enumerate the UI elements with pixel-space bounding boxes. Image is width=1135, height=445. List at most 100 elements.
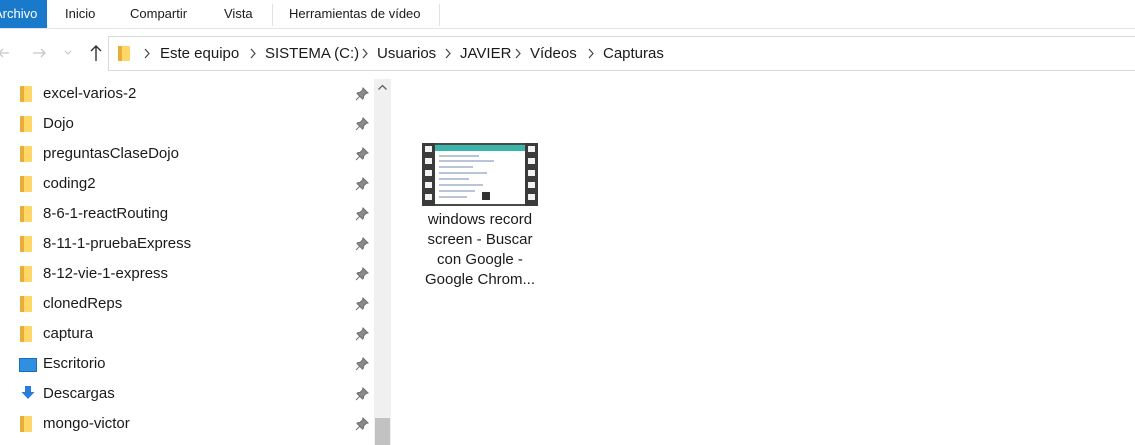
film-hole [528,170,535,176]
sidebar-item-excel-varios-2[interactable]: excel-varios-2 [0,79,373,109]
sidebar-item-label: captura [43,325,94,342]
thumbnail-text-line [439,178,469,180]
breadcrumb-usuarios[interactable]: Usuarios [377,37,436,70]
sidebar-item-label: mongo-victor [43,415,130,432]
thumbnail-text-line [439,166,473,168]
film-hole [528,146,535,152]
sidebar-item-label: Descargas [43,385,115,402]
breadcrumb-videos[interactable]: Vídeos [530,37,577,70]
pin-icon[interactable] [355,117,369,131]
sidebar-item-label: 8-6-1-reactRouting [43,205,169,222]
sidebar-item-mongo-victor[interactable]: mongo-victor [0,409,373,439]
tab-divider [439,4,440,26]
sidebar-item-label: clonedReps [43,295,123,312]
film-hole [425,158,432,164]
chevron-right-icon[interactable] [249,37,257,70]
thumbnail-text-line [439,190,475,192]
film-hole [425,170,432,176]
tab-archivo[interactable]: Archivo [0,0,47,28]
breadcrumb-javier[interactable]: JAVIER [460,37,511,70]
forward-arrow-icon[interactable] [30,36,50,70]
ribbon-tab-bar: Archivo Inicio Compartir Vista Herramien… [0,0,1135,29]
sidebar-item-8-6-1-reactrouting[interactable]: 8-6-1-reactRouting [0,199,373,229]
chevron-right-icon[interactable] [361,37,369,70]
sidebar-item-dojo[interactable]: Dojo [0,109,373,139]
thumbnail-text-line [439,160,494,162]
folder-icon [20,266,32,282]
tab-compartir[interactable]: Compartir [130,0,187,28]
pin-icon[interactable] [355,297,369,311]
up-arrow-icon[interactable] [86,36,106,70]
file-name-label: windows record screen - Buscar con Googl… [424,211,536,288]
film-hole [425,194,432,200]
tab-divider [272,4,273,26]
breadcrumb-este-equipo[interactable]: Este equipo [160,37,239,70]
thumbnail-text-line [439,184,483,186]
sidebar-item-escritorio[interactable]: Escritorio [0,349,373,379]
sidebar-item-coding2[interactable]: coding2 [0,169,373,199]
sidebar-item-label: 8-12-vie-1-express [43,265,169,282]
downloads-icon [21,386,35,399]
pin-icon[interactable] [355,207,369,221]
folder-icon [20,86,32,102]
video-file-icon [422,143,538,206]
sidebar-item-label: Dojo [43,115,74,132]
thumbnail-header-bar [435,145,525,151]
thumbnail-text-line [439,155,479,157]
tab-herramientas-de-video[interactable]: Herramientas de vídeo [289,0,421,28]
pin-icon[interactable] [355,327,369,341]
folder-icon [20,206,32,222]
sidebar-item-label: excel-varios-2 [43,85,137,102]
chevron-right-icon[interactable] [514,37,522,70]
pin-icon[interactable] [355,87,369,101]
thumbnail-text-line [439,172,487,174]
folder-icon [20,116,32,132]
desktop-icon [19,358,37,372]
pin-icon[interactable] [355,357,369,371]
navigation-bar: Este equipo SISTEMA (C:) Usuarios JAVIER… [0,36,1135,71]
sidebar-item-clonedreps[interactable]: clonedReps [0,289,373,319]
pin-icon[interactable] [355,237,369,251]
video-thumbnail-preview [435,145,525,204]
pin-icon[interactable] [355,417,369,431]
folder-icon [20,326,32,342]
film-hole [528,194,535,200]
film-hole [425,182,432,188]
sidebar-item-label: preguntasClaseDojo [43,145,179,162]
sidebar-item-8-12-vie-1-express[interactable]: 8-12-vie-1-express [0,259,373,289]
breadcrumb-sistema-c[interactable]: SISTEMA (C:) [265,37,359,70]
pin-icon[interactable] [355,147,369,161]
recent-locations-chevron-icon[interactable] [61,36,75,70]
sidebar-item-label: 8-11-1-pruebaExpress [43,235,192,252]
address-bar[interactable]: Este equipo SISTEMA (C:) Usuarios JAVIER… [108,36,1135,71]
folder-icon [20,416,32,432]
back-arrow-icon[interactable] [0,36,10,70]
sidebar-item-captura[interactable]: captura [0,319,373,349]
scrollbar-thumb[interactable] [375,418,390,445]
folder-icon [20,176,32,192]
sidebar-item-label: coding2 [43,175,96,192]
tab-inicio[interactable]: Inicio [65,0,95,28]
pin-icon[interactable] [355,267,369,281]
folder-icon [118,46,130,61]
folder-icon [20,296,32,312]
folder-icon [20,146,32,162]
chevron-right-icon[interactable] [143,37,151,70]
chevron-right-icon[interactable] [444,37,452,70]
film-hole [528,158,535,164]
film-strip-left [422,143,435,206]
navigation-pane: excel-varios-2 Dojo preguntasClaseDojo c… [0,79,373,445]
file-item-video[interactable]: windows record screen - Buscar con Googl… [420,141,540,291]
navigation-pane-scrollbar[interactable] [374,79,391,445]
pin-icon[interactable] [355,177,369,191]
pin-icon[interactable] [355,387,369,401]
sidebar-item-8-11-1-pruebaexpress[interactable]: 8-11-1-pruebaExpress [0,229,373,259]
sidebar-item-preguntasclasedojo[interactable]: preguntasClaseDojo [0,139,373,169]
scroll-up-arrow-icon[interactable] [374,79,391,96]
chevron-right-icon[interactable] [587,37,595,70]
sidebar-item-descargas[interactable]: Descargas [0,379,373,409]
tab-vista[interactable]: Vista [224,0,253,28]
film-hole [528,182,535,188]
film-strip-right [525,143,538,206]
breadcrumb-capturas[interactable]: Capturas [603,37,664,70]
